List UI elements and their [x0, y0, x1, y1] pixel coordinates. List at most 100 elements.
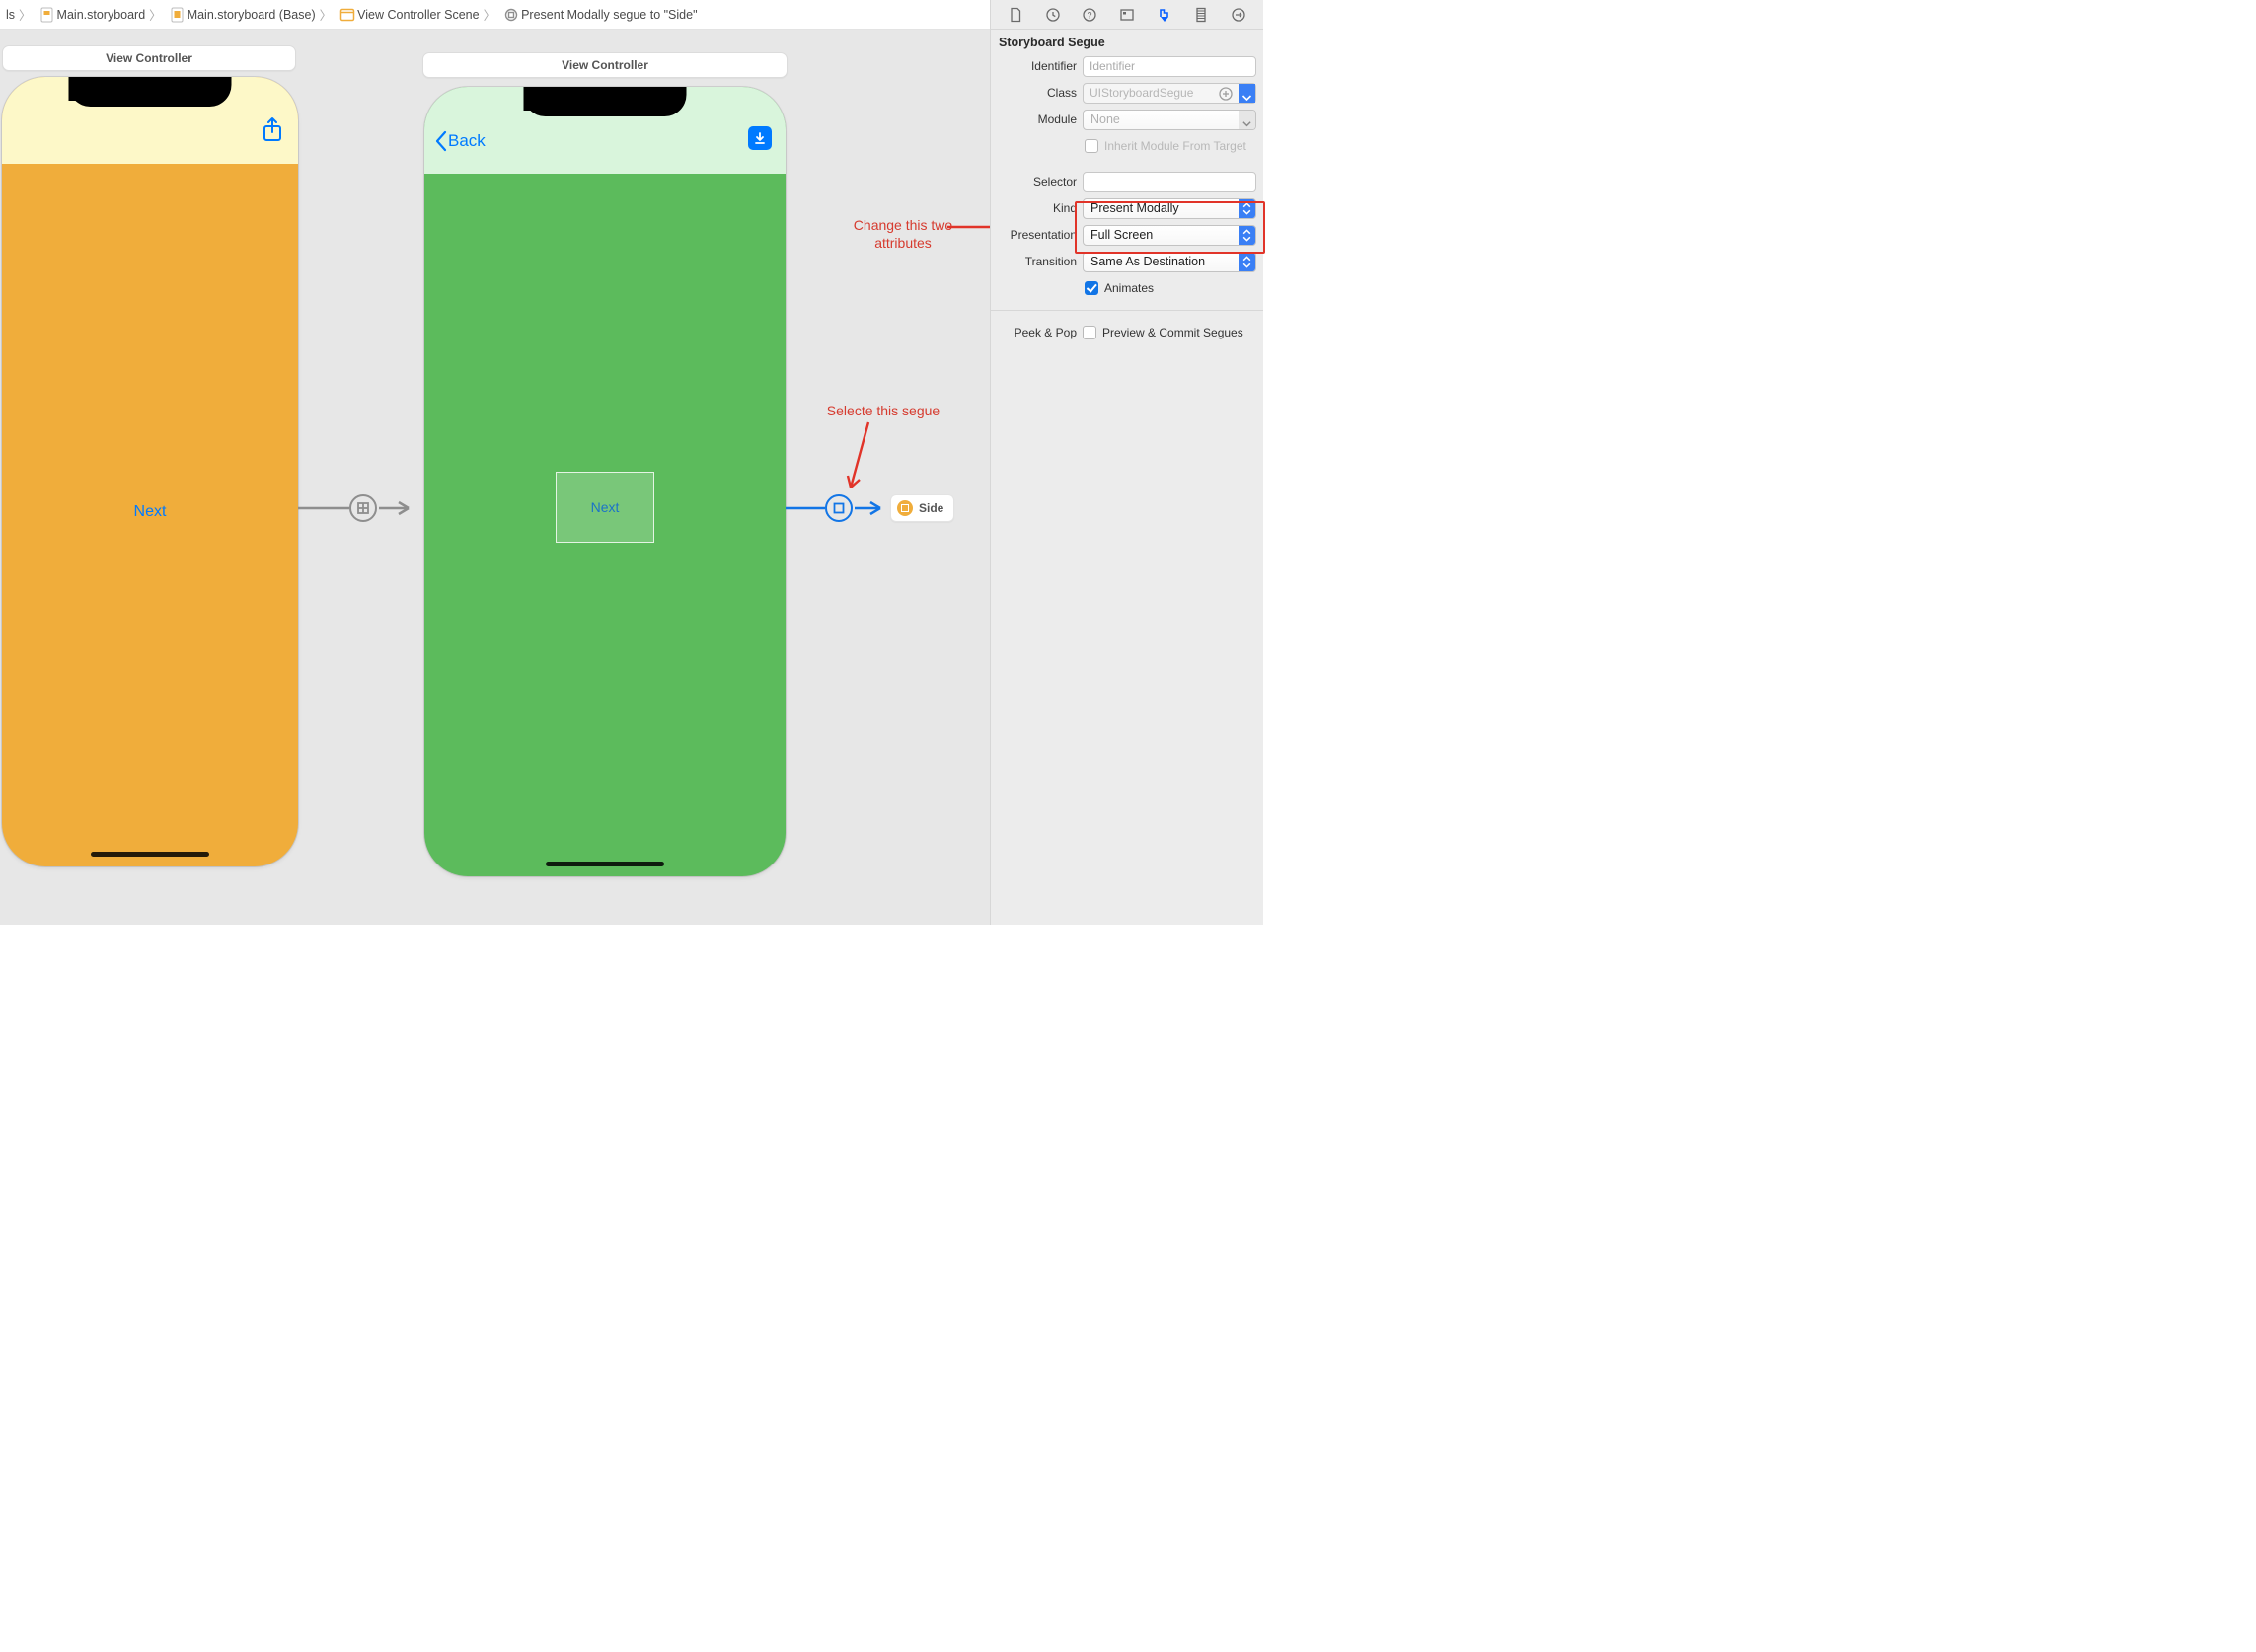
class-dropdown-icon[interactable] — [1239, 84, 1255, 103]
row-class: Class UIStoryboardSegue — [998, 82, 1256, 104]
chevron-right-icon: 〉 — [17, 5, 34, 24]
next-button-b[interactable]: Next — [591, 499, 620, 515]
breadcrumb-item[interactable]: View Controller Scene 〉 — [338, 5, 499, 24]
annotation-select-segue: Selecte this segue — [819, 403, 947, 420]
selector-field[interactable] — [1083, 172, 1256, 192]
inherit-checkbox[interactable] — [1085, 139, 1098, 153]
stepper-icon — [1239, 226, 1255, 245]
scene-icon — [339, 7, 355, 23]
divider — [991, 310, 1263, 311]
row-presentation: Presentation Full Screen — [998, 224, 1256, 246]
container-view[interactable]: Next — [556, 472, 654, 543]
breadcrumb-item[interactable]: ls 〉 — [4, 5, 36, 24]
selector-label: Selector — [998, 175, 1077, 188]
annotation-text: Change this two — [854, 217, 952, 233]
device-notch — [69, 77, 232, 107]
file-inspector-tab[interactable] — [1005, 4, 1026, 26]
next-button-a[interactable]: Next — [134, 503, 167, 521]
row-peekpop: Peek & Pop Preview & Commit Segues — [998, 322, 1256, 343]
presentation-value: Full Screen — [1090, 228, 1153, 242]
identity-inspector-tab[interactable] — [1116, 4, 1138, 26]
row-identifier: Identifier Identifier — [998, 55, 1256, 77]
chevron-right-icon: 〉 — [147, 5, 164, 24]
inspector-panel: ? Storyboard Segue Identifier Identifier… — [990, 0, 1263, 925]
row-transition: Transition Same As Destination — [998, 251, 1256, 272]
scene-title-label: View Controller — [562, 58, 648, 72]
viewcontroller-icon — [897, 500, 913, 516]
storyboard-base-icon — [170, 7, 186, 23]
storyboard-file-icon — [39, 7, 55, 23]
breadcrumb-item[interactable]: Present Modally segue to "Side" — [501, 7, 699, 23]
module-value: None — [1090, 113, 1120, 126]
inherit-label: Inherit Module From Target — [1104, 139, 1246, 153]
class-label: Class — [998, 86, 1077, 100]
view-controller-b[interactable]: Back Next — [424, 87, 786, 876]
transition-select[interactable]: Same As Destination — [1083, 252, 1256, 272]
identifier-field[interactable]: Identifier — [1083, 56, 1256, 77]
module-select[interactable]: None — [1083, 110, 1256, 130]
chevron-down-icon — [1239, 111, 1255, 129]
transition-label: Transition — [998, 255, 1077, 268]
canvas[interactable]: View Controller Next View Controller Bac… — [0, 30, 990, 925]
device-notch — [524, 87, 687, 116]
row-selector: Selector — [998, 171, 1256, 192]
scene-title[interactable]: View Controller — [2, 45, 296, 71]
help-inspector-tab[interactable]: ? — [1079, 4, 1100, 26]
animates-checkbox[interactable] — [1085, 281, 1098, 295]
scene-title-label: View Controller — [106, 51, 192, 65]
attributes-inspector-tab[interactable] — [1154, 4, 1175, 26]
inspector-body: Identifier Identifier Class UIStoryboard… — [991, 53, 1263, 353]
svg-text:?: ? — [1088, 10, 1092, 20]
annotation-arrow-icon — [845, 418, 874, 495]
class-placeholder: UIStoryboardSegue — [1090, 86, 1193, 100]
connections-inspector-tab[interactable] — [1228, 4, 1249, 26]
module-label: Module — [998, 113, 1077, 126]
stepper-icon — [1239, 199, 1255, 218]
share-icon[interactable] — [261, 116, 284, 144]
chevron-right-icon: 〉 — [482, 5, 498, 24]
identifier-placeholder: Identifier — [1090, 59, 1135, 73]
breadcrumb-label: Main.storyboard (Base) — [188, 8, 316, 22]
class-field[interactable]: UIStoryboardSegue — [1083, 83, 1256, 104]
row-animates: Animates — [998, 277, 1256, 299]
annotation-arrow-icon — [947, 219, 990, 235]
chevron-right-icon: 〉 — [318, 5, 335, 24]
kind-value: Present Modally — [1090, 201, 1179, 215]
inspector-heading: Storyboard Segue — [991, 30, 1263, 53]
kind-label: Kind — [998, 201, 1077, 215]
breadcrumb: ls 〉 Main.storyboard 〉 Main.storyboard (… — [0, 0, 700, 29]
kind-select[interactable]: Present Modally — [1083, 198, 1256, 219]
breadcrumb-label: ls — [6, 8, 15, 22]
transition-value: Same As Destination — [1090, 255, 1205, 268]
home-indicator — [91, 852, 209, 857]
row-kind: Kind Present Modally — [998, 197, 1256, 219]
scene-title[interactable]: View Controller — [422, 52, 788, 78]
row-inherit: Inherit Module From Target — [998, 135, 1256, 157]
segue-icon — [503, 7, 519, 23]
breadcrumb-label: Main.storyboard — [57, 8, 146, 22]
segue-node-bside-selected[interactable] — [825, 494, 853, 522]
history-inspector-tab[interactable] — [1042, 4, 1064, 26]
breadcrumb-item[interactable]: Main.storyboard (Base) 〉 — [168, 5, 336, 24]
back-button-label: Back — [448, 131, 486, 151]
view-controller-a[interactable]: Next — [2, 77, 298, 866]
segue-node-ab[interactable] — [349, 494, 377, 522]
side-scene-label: Side — [919, 501, 943, 515]
peekpop-label: Peek & Pop — [998, 326, 1077, 339]
download-icon[interactable] — [748, 126, 772, 150]
breadcrumb-item[interactable]: Main.storyboard 〉 — [38, 5, 166, 24]
plus-circle-icon[interactable] — [1218, 86, 1234, 102]
animates-label: Animates — [1104, 281, 1154, 295]
side-scene-chip[interactable]: Side — [890, 494, 954, 522]
preview-label: Preview & Commit Segues — [1102, 326, 1243, 339]
presentation-label: Presentation — [998, 228, 1077, 242]
breadcrumb-label: Present Modally segue to "Side" — [521, 8, 697, 22]
identifier-label: Identifier — [998, 59, 1077, 73]
presentation-select[interactable]: Full Screen — [1083, 225, 1256, 246]
stepper-icon — [1239, 253, 1255, 271]
back-button[interactable]: Back — [434, 130, 486, 152]
breadcrumb-label: View Controller Scene — [357, 8, 479, 22]
size-inspector-tab[interactable] — [1190, 4, 1212, 26]
preview-checkbox[interactable] — [1083, 326, 1096, 339]
row-module: Module None — [998, 109, 1256, 130]
